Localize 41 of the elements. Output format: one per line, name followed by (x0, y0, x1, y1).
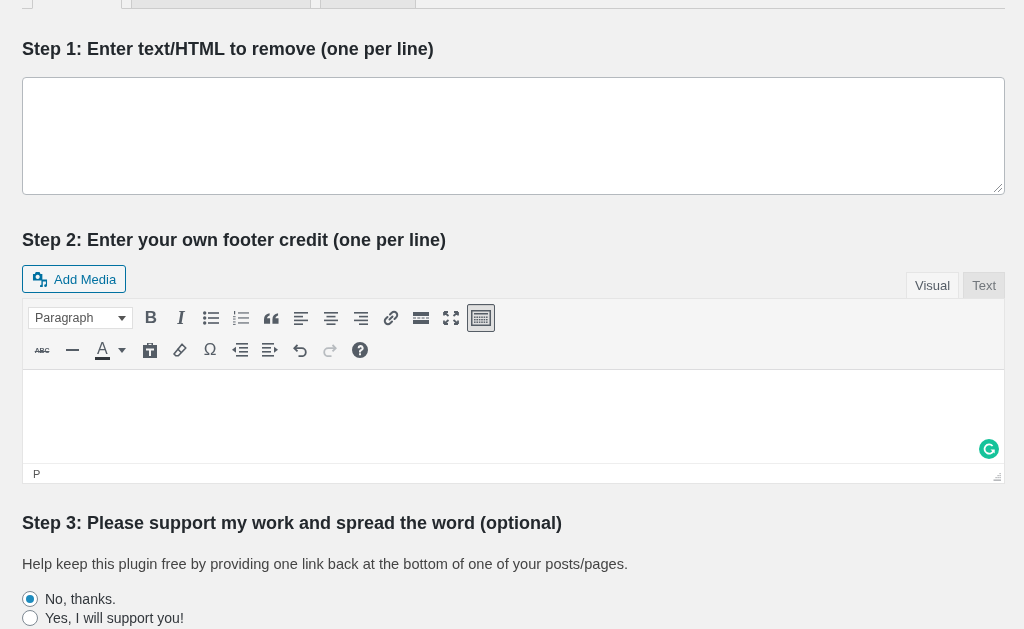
camera-music-icon (32, 271, 48, 287)
caret-icon (118, 315, 126, 321)
bold-button[interactable]: B (137, 304, 165, 332)
align-left-icon (294, 311, 308, 325)
format-dropdown[interactable]: Paragraph (28, 307, 133, 329)
align-right-icon (354, 311, 368, 325)
text-color-button[interactable]: A (88, 336, 134, 364)
resize-grip-icon[interactable] (994, 184, 1002, 192)
eraser-icon (173, 343, 187, 357)
read-more-icon (413, 312, 429, 324)
indent-icon (262, 343, 278, 357)
link-icon (383, 310, 399, 326)
radio-button[interactable] (22, 590, 38, 607)
editor-tab[interactable]: Visual (905, 272, 960, 298)
help-text: Help keep this plugin free by providing one link back at the bottom of one of your posts/pages. (22, 555, 628, 574)
special-character-button[interactable]: Ω (196, 336, 224, 364)
editor-tab[interactable]: Text (963, 272, 1005, 298)
radio-label[interactable]: Yes, I will support you! (45, 609, 184, 626)
resize-grip-icon[interactable] (993, 473, 1001, 481)
align-center-icon (324, 311, 338, 325)
section-heading: Step 2: Enter your own footer credit (one per line) (22, 229, 447, 252)
bullet-list-icon (203, 311, 219, 325)
section-heading: Step 1: Enter text/HTML to remove (one per line) (22, 38, 434, 61)
keyboard-icon (471, 310, 491, 326)
section-heading: Step 3: Please support my work and spread the word (optional) (22, 512, 563, 535)
redo-icon (323, 343, 337, 357)
numbered-list-icon (233, 311, 249, 325)
italic-button[interactable]: I (167, 304, 195, 332)
outdent-icon (232, 343, 248, 357)
caret-icon (117, 347, 126, 353)
keyboard-button[interactable] (467, 304, 495, 332)
fullscreen-icon (443, 311, 459, 325)
element-path[interactable]: P (33, 467, 41, 480)
horizontal-line-icon (65, 349, 79, 351)
radio-label[interactable]: No, thanks. (45, 590, 116, 607)
radio-button[interactable] (22, 609, 38, 626)
quote-icon (263, 312, 279, 324)
undo-icon (293, 343, 307, 357)
add-media-button[interactable]: Add Media (22, 265, 127, 293)
help-icon (352, 342, 368, 358)
clipboard-icon (143, 342, 157, 358)
